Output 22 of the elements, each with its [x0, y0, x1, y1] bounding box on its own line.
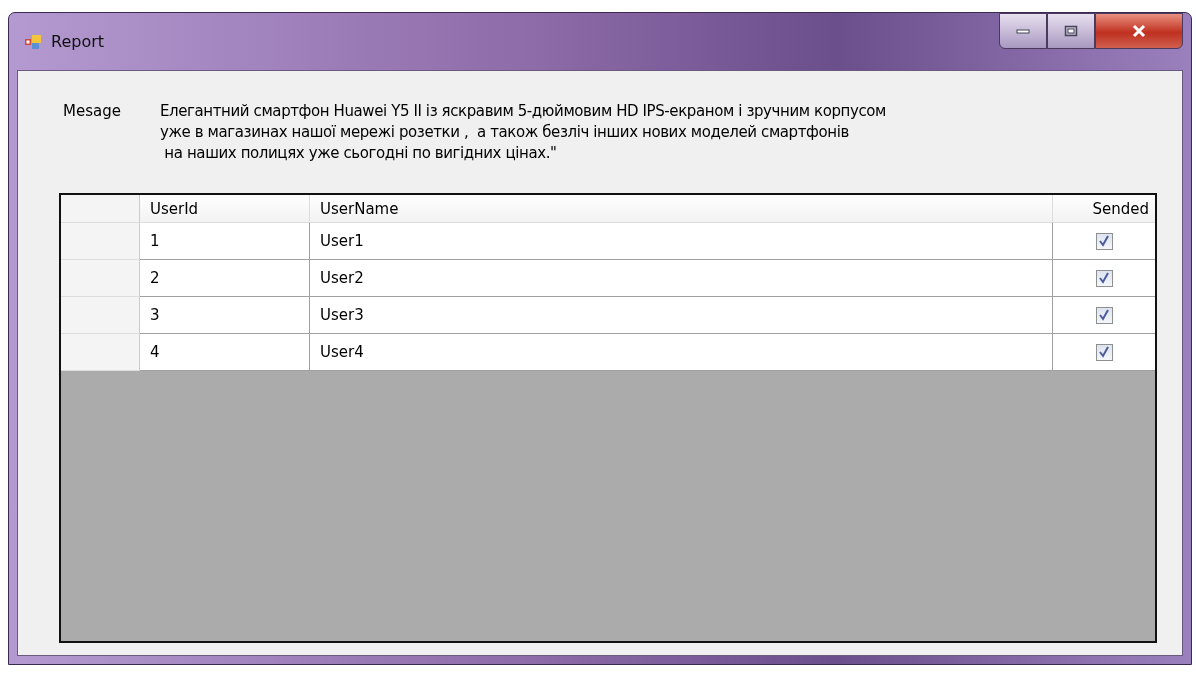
app-icon [25, 33, 43, 50]
message-text: уже в магазинах нашої мережі розетки , а також безліч інших нових моделей смартфонів [160, 122, 850, 143]
message-label: Mesage [63, 101, 122, 122]
checkbox[interactable] [1095, 269, 1113, 287]
checkbox[interactable] [1095, 306, 1113, 324]
check-icon [1098, 272, 1110, 284]
close-button[interactable] [1095, 13, 1183, 49]
checkbox[interactable] [1095, 232, 1113, 250]
window-title: Report [51, 32, 105, 51]
check-icon [1098, 235, 1110, 247]
message-text: на наших полицях уже сьогодні по вигідних цінах." [163, 143, 558, 164]
message-text: Елегантний смартфон Huawei Y5 II із яскравим 5-дюймовим HD IPS-екраном і зручним корпусом [160, 101, 887, 122]
table-cell: 4 [140, 334, 310, 371]
close-icon [1131, 24, 1147, 38]
check-icon [1098, 309, 1110, 321]
checkbox[interactable] [1095, 343, 1113, 361]
maximize-button[interactable] [1047, 13, 1095, 49]
maximize-icon [1064, 25, 1078, 37]
check-icon [1098, 346, 1110, 358]
table-cell: User4 [310, 334, 1053, 371]
minimize-icon [1016, 28, 1030, 34]
minimize-button[interactable] [999, 13, 1047, 49]
